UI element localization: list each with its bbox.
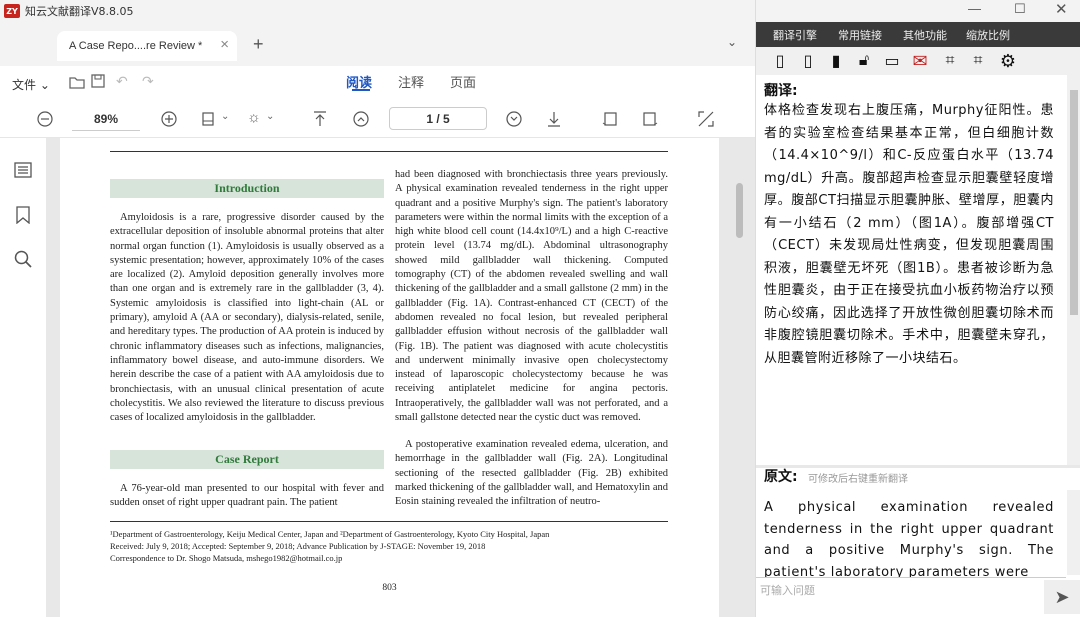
translation-text[interactable]: 体格检查发现右上腹压痛，Murphy征阳性。患者的实验室检查结果基本正常，但白细… [764, 100, 1054, 370]
original-scrollbar[interactable] [1067, 490, 1080, 575]
document-tab[interactable]: A Case Repo....re Review * × [57, 31, 237, 61]
tab-annotate[interactable]: 注释 [398, 72, 424, 91]
app-window: ZY 知云文献翻译V8.8.05 A Case Repo....re Revie… [0, 0, 1080, 617]
app-logo-icon: ZY [4, 4, 20, 18]
send-icon: ➤ [1054, 586, 1070, 607]
save-icon[interactable] [91, 74, 105, 88]
brightness-icon[interactable]: ☼ [247, 109, 261, 126]
translation-panel: — ☐ ✕ 翻译引擎 常用链接 其他功能 缩放比例 ▯ ▯ ▮ 🔓︎ ▭ ✉ ⌗… [755, 0, 1080, 617]
left-sidebar [0, 138, 46, 617]
rotate-left-icon[interactable] [602, 111, 618, 127]
panel-toolbar: ▯ ▯ ▮ 🔓︎ ▭ ✉ ⌗ ⌗ ⚙ [756, 47, 1080, 75]
previous-page-icon[interactable] [353, 111, 369, 127]
gear-icon[interactable]: ⚙ [998, 51, 1018, 71]
search-icon[interactable] [14, 250, 32, 268]
lock-icon[interactable]: 🔓︎ [854, 51, 874, 71]
column2-paragraph2: A postoperative examination revealed ede… [395, 439, 668, 508]
open-folder-icon[interactable] [69, 75, 85, 89]
translation-scroll-thumb[interactable] [1070, 90, 1078, 315]
last-page-icon[interactable] [547, 111, 561, 127]
view-toolbar: 89% ⌄ ☼ ⌄ 1 / 5 [0, 100, 755, 138]
file-menu[interactable]: 文件 ⌄ [12, 76, 50, 93]
layout-dropdown-icon[interactable]: ⌄ [221, 111, 229, 122]
page-number-input[interactable]: 1 / 5 [389, 107, 487, 130]
case-report-paragraph: A 76-year-old man presented to our hospi… [110, 483, 384, 509]
zoom-out-icon[interactable] [37, 111, 53, 127]
first-page-icon[interactable] [313, 111, 327, 127]
crop-icon[interactable]: ⌗ [940, 51, 960, 71]
panel-title-bar: — ☐ ✕ [756, 0, 1080, 22]
pdf-page[interactable]: Introduction Amyloidosis is a rare, prog… [60, 138, 719, 617]
mail-icon[interactable]: ✉ [910, 51, 930, 71]
minimize-icon[interactable]: — [968, 1, 981, 16]
next-page-icon[interactable] [506, 111, 522, 127]
new-tab-icon[interactable]: + [253, 34, 264, 55]
window-icon[interactable]: ▭ [882, 51, 902, 71]
brightness-dropdown-icon[interactable]: ⌄ [266, 111, 274, 122]
page-layout-icon[interactable] [201, 111, 217, 127]
fullscreen-icon[interactable] [698, 111, 714, 127]
app-title: 知云文献翻译V8.8.05 [25, 5, 134, 18]
redo-icon[interactable]: ↷ [142, 73, 154, 90]
page-number: 803 [382, 583, 397, 593]
undo-icon[interactable]: ↶ [116, 73, 128, 90]
close-tab-icon[interactable]: × [220, 36, 229, 53]
crop-plus-icon[interactable]: ⌗ [968, 51, 988, 71]
header-rule [110, 151, 668, 152]
translation-scrollbar[interactable] [1067, 75, 1080, 465]
document-viewer[interactable]: Introduction Amyloidosis is a rare, prog… [46, 138, 755, 617]
zoom-in-icon[interactable] [161, 111, 177, 127]
split-column-icon[interactable]: ▯ [798, 51, 818, 71]
footnote-dates: Received: July 9, 2018; Accepted: Septem… [110, 541, 486, 551]
single-column-icon[interactable]: ▯ [770, 51, 790, 71]
outline-icon[interactable] [14, 162, 32, 178]
document-scrollbar[interactable] [736, 183, 743, 238]
tab-page[interactable]: 页面 [450, 72, 476, 91]
footnote-affiliation: ¹Department of Gastroenterology, Keiju M… [110, 529, 550, 539]
original-label: 原文: [764, 469, 798, 485]
footnote-correspondence: Correspondence to Dr. Shogo Matsuda, msh… [110, 553, 343, 563]
introduction-heading: Introduction [110, 179, 384, 198]
menu-other-functions[interactable]: 其他功能 [903, 27, 947, 43]
maximize-icon[interactable]: ☐ [1014, 1, 1026, 17]
double-column-icon[interactable]: ▮ [826, 51, 846, 71]
column2-paragraph: had been diagnosed with bronchiectasis t… [395, 169, 668, 424]
menu-common-links[interactable]: 常用链接 [838, 27, 882, 43]
main-toolbar: 文件 ⌄ ↶ ↷ 阅读 注释 页面 [0, 66, 755, 100]
introduction-paragraph: Amyloidosis is a rare, progressive disor… [110, 212, 384, 424]
question-input-placeholder: 可输入问题 [760, 584, 815, 597]
menu-translation-engine[interactable]: 翻译引擎 [773, 27, 817, 43]
translation-label: 翻译: [764, 83, 798, 99]
menu-zoom-ratio[interactable]: 缩放比例 [966, 27, 1010, 43]
document-tab-label: A Case Repo....re Review * [69, 40, 203, 52]
title-bar: ZY 知云文献翻译V8.8.05 [0, 0, 755, 22]
case-report-heading: Case Report [110, 450, 384, 469]
chevron-down-icon[interactable]: ⌄ [727, 35, 737, 49]
close-window-icon[interactable]: ✕ [1055, 0, 1068, 18]
panel-divider[interactable] [756, 465, 1080, 468]
original-hint: 可修改后右键重新翻译 [808, 474, 908, 485]
rotate-right-icon[interactable] [642, 111, 658, 127]
active-tab-indicator [352, 89, 370, 91]
question-input[interactable]: 可输入问题 [756, 577, 1066, 617]
original-text[interactable]: A physical examination revealed tenderne… [764, 497, 1054, 583]
footnote-rule [110, 521, 668, 522]
send-button[interactable]: ➤ [1044, 580, 1080, 614]
bookmark-icon[interactable] [16, 206, 30, 224]
panel-menu-bar: 翻译引擎 常用链接 其他功能 缩放比例 [756, 22, 1080, 47]
zoom-input[interactable]: 89% [72, 107, 140, 131]
tab-bar: A Case Repo....re Review * × + ⌄ [0, 22, 755, 66]
